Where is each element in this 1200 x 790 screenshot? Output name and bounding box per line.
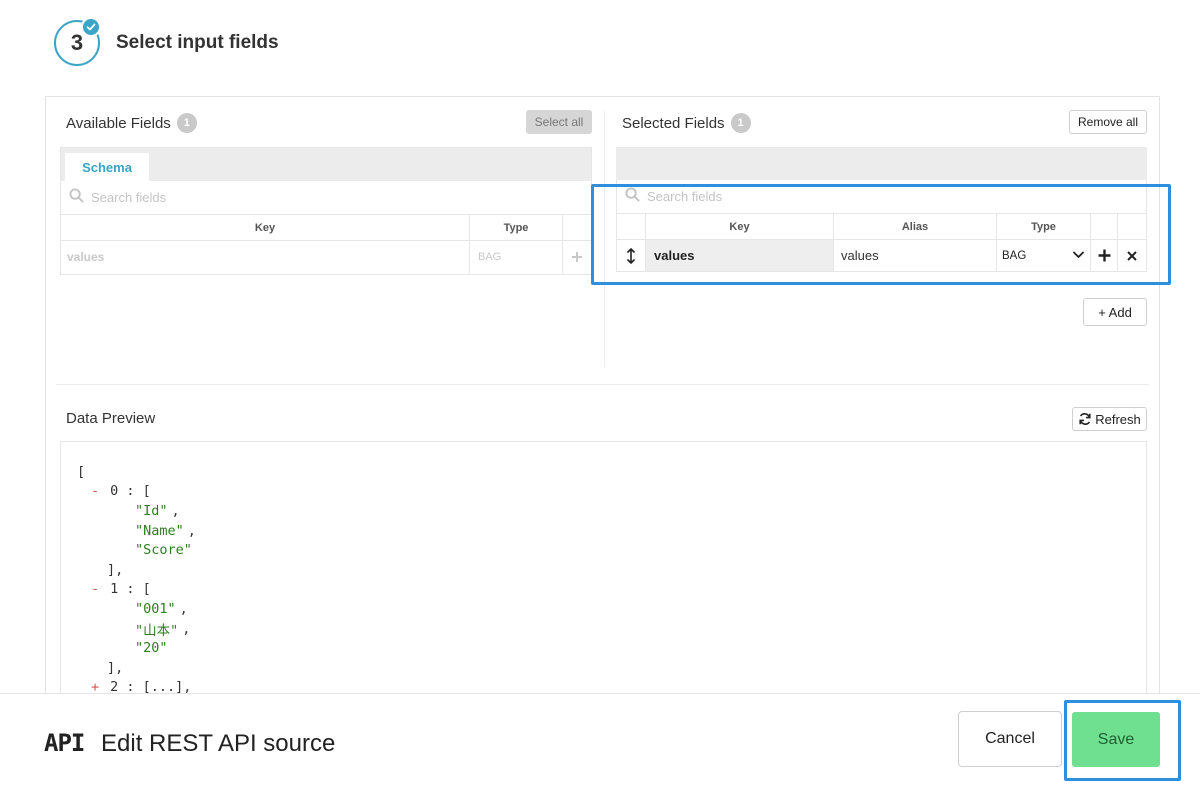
- input-fields-panel: Available Fields 1 Select all Schema Sea…: [45, 96, 1171, 707]
- step-title: Select input fields: [116, 32, 279, 53]
- drag-handle-icon[interactable]: [617, 240, 646, 271]
- api-logo: API: [44, 729, 85, 757]
- column-header-type: Type: [470, 215, 563, 240]
- data-preview-title: Data Preview: [66, 410, 156, 427]
- selected-fields-title: Selected Fields: [622, 114, 725, 132]
- check-icon: [81, 17, 101, 37]
- alias-input[interactable]: values: [834, 240, 997, 271]
- row-key: values: [61, 241, 470, 273]
- plus-icon[interactable]: [1091, 240, 1118, 271]
- search-icon: [625, 186, 640, 207]
- selected-fields-heading: Selected Fields 1: [622, 113, 751, 133]
- table-row: values BAG: [61, 241, 591, 273]
- code-line: [: [77, 463, 86, 480]
- column-header-alias: Alias: [834, 214, 997, 239]
- step-header: 3 Select input fields: [54, 17, 279, 66]
- column-header-type: Type: [997, 214, 1091, 239]
- save-button[interactable]: Save: [1072, 712, 1160, 767]
- tab-schema[interactable]: Schema: [65, 153, 149, 181]
- selected-search-input[interactable]: Search fields: [616, 180, 1147, 214]
- code-line: - 0 : [: [91, 483, 151, 500]
- code-line: "001",: [135, 600, 188, 617]
- selected-search-placeholder: Search fields: [647, 189, 723, 204]
- available-tabbar: Schema: [61, 148, 591, 181]
- type-select[interactable]: BAG: [997, 240, 1091, 271]
- refresh-label: Refresh: [1095, 411, 1141, 427]
- code-line: "20": [135, 640, 168, 657]
- selected-tabbar: [616, 147, 1147, 180]
- available-fields-title: Available Fields: [66, 114, 171, 132]
- available-search-placeholder: Search fields: [91, 190, 167, 205]
- chevron-down-icon: [1073, 250, 1084, 262]
- selected-table-header: Key Alias Type: [616, 214, 1147, 240]
- column-header-key: Key: [61, 215, 470, 240]
- data-preview-code: [ - 0 : [ "Id", "Name", "Score" ], - 1 :…: [60, 441, 1147, 707]
- close-icon[interactable]: [1118, 240, 1146, 271]
- plus-icon[interactable]: [563, 241, 591, 273]
- code-line: ],: [107, 561, 124, 578]
- row-type: BAG: [470, 241, 563, 273]
- code-line: ],: [107, 659, 124, 676]
- available-fields-heading: Available Fields 1: [66, 113, 197, 133]
- footer-title: Edit REST API source: [101, 730, 336, 757]
- panel-divider: [604, 111, 605, 367]
- selected-fields-table: Search fields Key Alias Type values valu…: [616, 147, 1147, 275]
- select-all-button[interactable]: Select all: [526, 110, 592, 134]
- available-fields-count-badge: 1: [176, 113, 197, 133]
- section-divider: [56, 384, 1149, 385]
- table-row: values values BAG: [616, 240, 1147, 272]
- code-line: "Name",: [135, 522, 196, 539]
- footer-bar: API Edit REST API source Cancel Save: [0, 693, 1200, 790]
- code-line: - 1 : [: [91, 581, 151, 598]
- selected-fields-count-badge: 1: [730, 113, 751, 133]
- code-line: "Id",: [135, 502, 180, 519]
- remove-all-button[interactable]: Remove all: [1069, 110, 1147, 134]
- available-table-header: Key Type: [61, 215, 591, 241]
- collapse-toggle[interactable]: -: [91, 581, 99, 597]
- step-number: 3: [70, 30, 84, 55]
- column-header-key: Key: [646, 214, 834, 239]
- selected-row-key[interactable]: values: [646, 240, 834, 271]
- type-select-value: BAG: [1002, 249, 1027, 262]
- code-line: "Score": [135, 542, 192, 559]
- refresh-button[interactable]: Refresh: [1072, 407, 1147, 431]
- search-icon: [69, 187, 84, 208]
- code-line: "山本",: [135, 620, 191, 639]
- collapse-toggle[interactable]: -: [91, 483, 99, 499]
- available-search-input[interactable]: Search fields: [61, 181, 591, 215]
- available-fields-table: Schema Search fields Key Type values BAG: [60, 147, 592, 275]
- add-field-button[interactable]: + Add: [1083, 298, 1147, 326]
- step-number-circle: 3: [54, 17, 101, 66]
- cancel-button[interactable]: Cancel: [958, 711, 1062, 767]
- refresh-icon: [1078, 412, 1092, 426]
